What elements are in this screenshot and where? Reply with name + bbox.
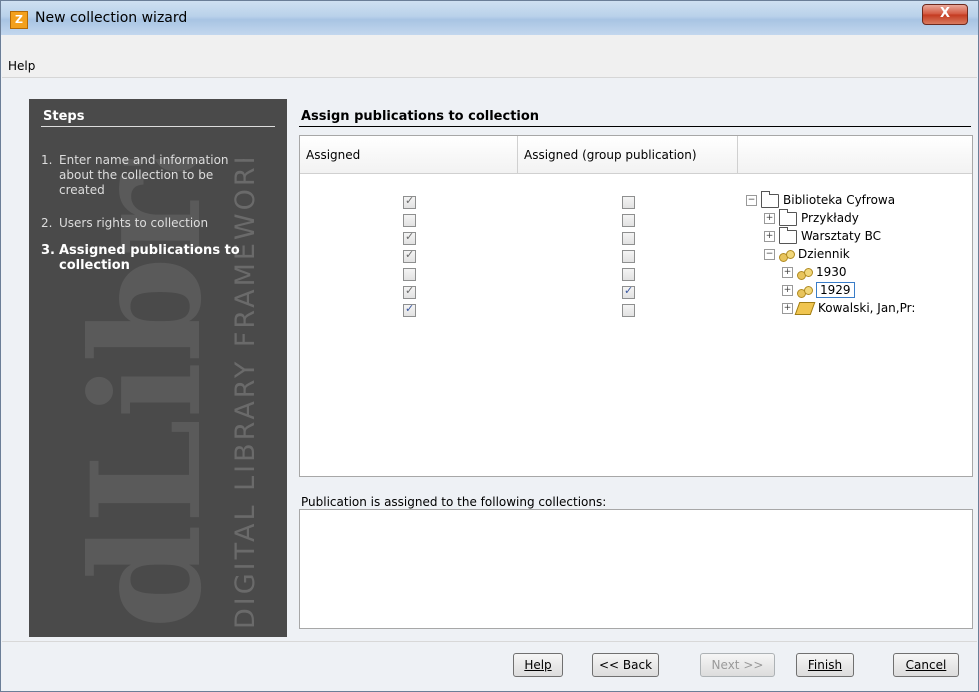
tree-node[interactable]: +1929 — [782, 282, 855, 298]
tree-node-label: Biblioteka Cyfrowa — [783, 193, 896, 207]
back-button[interactable]: << Back — [592, 653, 659, 677]
back-button-label: << Back — [598, 658, 653, 672]
assigned-checkbox[interactable] — [403, 230, 416, 245]
steps-panel: dLibra DIGITAL LIBRARY FRAMEWORK Steps 1… — [29, 99, 287, 637]
step-label: Assigned publications to collection — [59, 243, 240, 273]
app-icon: Z — [10, 11, 28, 29]
help-button[interactable]: Help — [513, 653, 563, 677]
tree-node[interactable]: − Dziennik — [764, 247, 850, 262]
step-label: Users rights to collection — [59, 216, 209, 230]
tree-node-label: Warsztaty BC — [801, 229, 882, 243]
folder-icon — [779, 208, 797, 226]
title-bar[interactable]: Z New collection wizard X — [1, 1, 978, 35]
tree-node-label: 1929 — [816, 282, 855, 298]
help-button-label: Help — [524, 658, 552, 672]
assigned-collections-list[interactable] — [299, 509, 973, 629]
tree-node[interactable]: +1930 — [782, 265, 847, 280]
finish-button[interactable]: Finish — [796, 653, 854, 677]
finish-button-label: Finish — [807, 658, 843, 672]
tree-node[interactable]: + Przykłady — [764, 208, 859, 226]
group-assigned-checkbox[interactable] — [622, 304, 635, 317]
column-group-assigned[interactable]: Assigned (group publication) — [518, 136, 738, 174]
content-panel: Assign publications to collection Assign… — [297, 99, 977, 639]
collection-icon — [797, 267, 813, 280]
assigned-checkbox[interactable] — [403, 194, 416, 209]
assigned-collections-label: Publication is assigned to the following… — [301, 495, 607, 509]
assigned-checkbox[interactable] — [403, 302, 416, 317]
menu-help[interactable]: Help — [8, 59, 35, 73]
group-assigned-checkbox[interactable] — [622, 250, 635, 263]
wizard-window: Z New collection wizard X Help dLibra DI… — [0, 0, 979, 692]
step-number: 1. — [41, 153, 53, 167]
group-assigned-checkbox[interactable] — [622, 232, 635, 245]
close-button[interactable]: X — [922, 4, 968, 25]
collapse-icon[interactable]: − — [764, 249, 775, 260]
steps-divider — [41, 126, 275, 127]
tree-node[interactable]: + Warsztaty BC — [764, 226, 882, 244]
menu-bar: Help — [2, 57, 977, 78]
tree-node-label: Przykłady — [801, 211, 859, 225]
folder-icon — [761, 190, 779, 208]
collapse-icon[interactable]: − — [746, 195, 757, 206]
step-1: 1. Enter name and information about the c… — [41, 153, 261, 198]
section-divider — [299, 126, 971, 127]
next-button[interactable]: Next >> — [700, 653, 775, 677]
assigned-checkbox[interactable] — [403, 284, 416, 299]
publication-table: Assigned Assigned (group publication) − B… — [299, 135, 973, 477]
step-number: 2. — [41, 216, 53, 230]
collection-icon — [797, 285, 813, 298]
collection-icon — [779, 249, 795, 262]
expand-icon[interactable]: + — [764, 231, 775, 242]
tree-node[interactable]: + Kowalski, Jan,Pr: — [782, 301, 915, 315]
step-label: Enter name and information about the col… — [59, 153, 229, 197]
section-title: Assign publications to collection — [301, 109, 540, 124]
step-2: 2. Users rights to collection — [41, 216, 261, 231]
window-title: New collection wizard — [35, 10, 188, 26]
tree-node-label: Kowalski, Jan,Pr: — [818, 301, 916, 315]
assigned-checkbox[interactable] — [403, 214, 416, 227]
close-icon: X — [939, 6, 951, 21]
group-assigned-checkbox[interactable] — [622, 284, 635, 299]
expand-icon[interactable]: + — [764, 213, 775, 224]
footer-divider — [2, 641, 977, 642]
group-assigned-checkbox[interactable] — [622, 268, 635, 281]
group-assigned-checkbox[interactable] — [622, 214, 635, 227]
column-assigned[interactable]: Assigned — [300, 136, 518, 174]
tree-node-label: 1930 — [816, 265, 847, 279]
menu-strip — [2, 35, 977, 57]
cancel-button-label: Cancel — [905, 658, 947, 672]
next-button-label: Next >> — [711, 658, 764, 672]
tree-node[interactable]: − Biblioteka Cyfrowa — [746, 190, 896, 208]
cancel-button[interactable]: Cancel — [893, 653, 959, 677]
expand-icon[interactable]: + — [782, 303, 793, 314]
assigned-checkbox[interactable] — [403, 268, 416, 281]
assigned-checkbox[interactable] — [403, 248, 416, 263]
book-icon — [794, 302, 816, 315]
expand-icon[interactable]: + — [782, 285, 793, 296]
expand-icon[interactable]: + — [782, 267, 793, 278]
column-tree[interactable] — [738, 136, 972, 174]
step-3: 3. Assigned publications to collection — [41, 243, 261, 273]
group-assigned-checkbox[interactable] — [622, 196, 635, 209]
tree-node-label: Dziennik — [798, 247, 850, 261]
step-number: 3. — [41, 243, 55, 258]
steps-header: Steps — [43, 109, 85, 124]
folder-icon — [779, 226, 797, 244]
